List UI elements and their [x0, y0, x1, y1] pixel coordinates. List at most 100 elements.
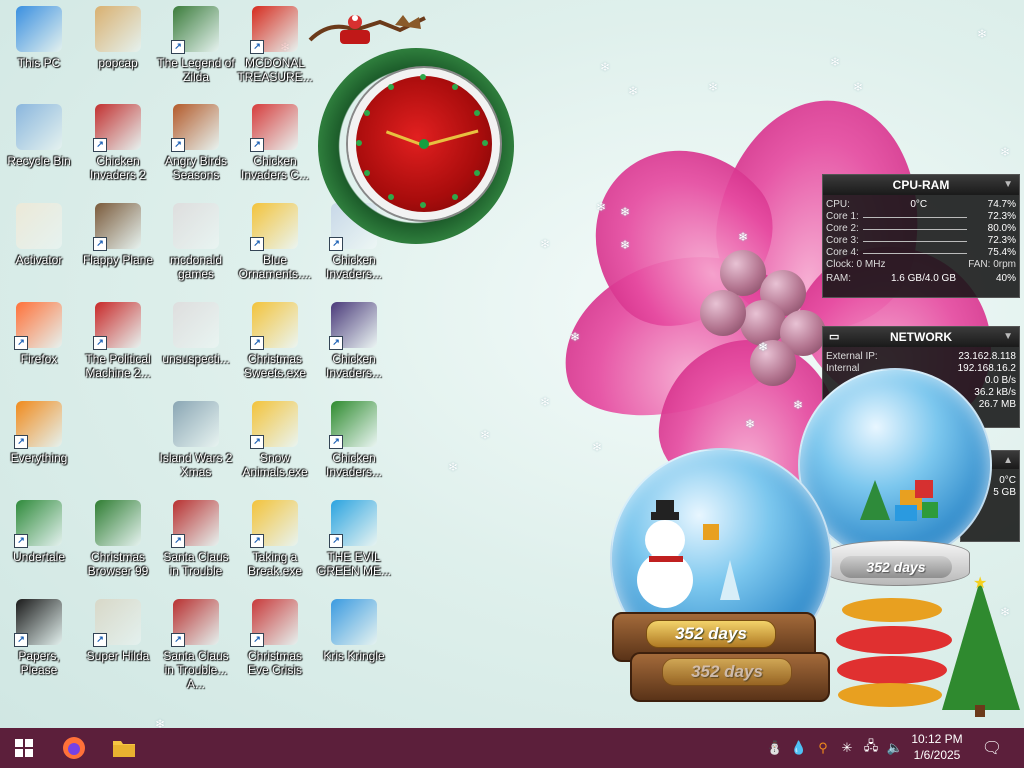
desktop-icon[interactable]: ↗ Taking a Break.exe [236, 500, 314, 578]
desktop-icon[interactable]: Kris Kringle [315, 599, 393, 663]
chicken-icon: ↗ [93, 104, 141, 152]
taskbar-time: 10:12 PM [911, 732, 963, 746]
christmas-tree-icon: ★ [836, 575, 1020, 717]
santa-icon: ↗ [171, 500, 219, 548]
cpu-fan: FAN: 0rpm [968, 259, 1016, 270]
chevron-down-icon[interactable]: ▼ [1003, 327, 1013, 347]
papers-please-icon: ↗ [14, 599, 62, 647]
desktop-icon[interactable]: ↗ Angry Birds Seasons [157, 104, 235, 182]
santa-icon: ↗ [171, 599, 219, 647]
plane-icon: ↗ [93, 203, 141, 251]
desktop: ❄ ❄ ❄ ❄ ❄ ❄ ❄ ❄ ❄ ❄ ❄ ❄ ❄ ❄ ❄ ❄ ❄ ❄ ❄ ❄ … [0, 0, 1024, 728]
shortcut-arrow-icon: ↗ [329, 534, 343, 548]
file-explorer-button[interactable] [100, 728, 148, 768]
mcdonalds-icon: ↗ [250, 6, 298, 54]
desktop-icon[interactable]: ↗ Papers, Please [0, 599, 78, 677]
notification-icon[interactable]: 🗨 [982, 738, 1002, 758]
desktop-icon[interactable]: ↗ THE EVIL GREEN ME... [315, 500, 393, 578]
desktop-icon-label: Chicken Invaders 2 [89, 154, 147, 182]
firefox-taskbar-button[interactable] [50, 728, 98, 768]
desktop-icon-label: Firefox [20, 352, 58, 366]
cpu-temp: 0°C [910, 199, 928, 210]
desktop-icon[interactable]: ↗ Chicken Invaders C... [236, 104, 314, 182]
shortcut-arrow-icon: ↗ [329, 435, 343, 449]
desktop-icon[interactable]: Christmas Browser 99 [79, 500, 157, 578]
desktop-icon[interactable]: ↗ The Legend of Zilda [157, 6, 235, 84]
cpu-core-row: Core 2: 80.0% [823, 223, 1019, 235]
snowflake-icon: ❄ [758, 340, 769, 354]
shortcut-arrow-icon: ↗ [250, 534, 264, 548]
desktop-icon-label: Undertale [12, 550, 66, 564]
chicken-christmas-icon: ↗ [329, 401, 377, 449]
clock-minute-hand [423, 129, 479, 147]
windows-logo-icon [15, 739, 33, 757]
cpu-core-row: Core 1: 72.3% [823, 211, 1019, 223]
desktop-icon[interactable]: Recycle Bin [0, 104, 78, 168]
desktop-icon[interactable]: ↗ Christmas Sweets.exe [236, 302, 314, 380]
shortcut-arrow-icon: ↗ [14, 336, 28, 350]
desktop-icon[interactable]: ↗ Super Hilda [79, 599, 157, 663]
desktop-icon[interactable]: mcdonald games [157, 203, 235, 281]
desktop-icon[interactable]: unsuspecti... [157, 302, 235, 366]
desktop-icon[interactable]: ↗ Firefox [0, 302, 78, 366]
desktop-icon-label: Chicken Invaders... [325, 451, 383, 479]
large-globe-days: 352 days [646, 620, 776, 648]
desktop-icon-label: Recycle Bin [7, 154, 71, 168]
tray-app-icon[interactable]: ⛄ [765, 738, 785, 758]
taskbar-date: 1/6/2025 [913, 748, 961, 762]
core-label: Core 2: [826, 223, 859, 234]
desktop-icon[interactable]: ↗ Everything [0, 401, 78, 465]
desktop-icon[interactable]: ↗ Christmas Eve Crisis [236, 599, 314, 677]
desktop-icon-label: Island Wars 2 Xmas [159, 451, 233, 479]
shortcut-arrow-icon: ↗ [329, 336, 343, 350]
monitor-icon: ▭ [829, 331, 840, 343]
folder-icon [113, 741, 135, 757]
christmas-tree-icon [95, 500, 141, 546]
drive-temp: 0°C [999, 475, 1016, 486]
snowflake-icon: ❄ [570, 330, 581, 344]
desktop-icon[interactable]: ↗ Chicken Invaders 2 [79, 104, 157, 182]
desktop-icon[interactable]: ↗ Chicken Invaders... [315, 401, 393, 479]
desktop-icon[interactable]: ↗ Santa Claus in Trouble [157, 500, 235, 578]
desktop-icon[interactable]: popcap [79, 6, 157, 70]
snowflake-icon: ❄ [793, 398, 804, 412]
taskbar-clock[interactable]: 10:12 PM 1/6/2025 [902, 731, 972, 763]
desktop-icon-label: Chicken Invaders... [325, 352, 383, 380]
tray-search-icon[interactable]: ⚲ [813, 738, 833, 758]
desktop-icon[interactable]: ↗ Chicken Invaders... [315, 302, 393, 380]
core-usage-bar [863, 229, 967, 230]
desktop-icon-label: Snow Animals.exe [242, 451, 308, 479]
snowflake-icon: ❄ [596, 200, 607, 214]
desktop-icon[interactable]: ↗ Snow Animals.exe [236, 401, 314, 479]
desktop-icon[interactable]: ↗ Blue Ornaments.... [236, 203, 314, 281]
snowflake-icon: ❄ [738, 230, 749, 244]
clock-gadget[interactable] [318, 48, 514, 244]
desktop-icon[interactable]: ↗ The Political Machine 2... [79, 302, 157, 380]
start-button[interactable] [0, 728, 48, 768]
desktop-icon-label: Flappy Plane [82, 253, 154, 267]
tray-snowflake-icon[interactable]: ✳ [837, 738, 857, 758]
chevron-up-icon[interactable]: ▲ [1003, 451, 1013, 471]
desktop-icon[interactable]: ↗ Santa Claus in Trouble... A... [157, 599, 235, 691]
cpu-usage: 74.7% [987, 199, 1016, 210]
network-icon[interactable]: 🖧 [861, 738, 881, 758]
desktop-icon[interactable]: Island Wars 2 Xmas [157, 401, 235, 479]
desktop-icon-label: Chicken Invaders... [325, 253, 383, 281]
desktop-icon-label: Santa Claus in Trouble [163, 550, 229, 578]
chevron-down-icon[interactable]: ▼ [1003, 175, 1013, 195]
desktop-icon[interactable]: ↗ Undertale [0, 500, 78, 564]
ornament-app-icon: ↗ [250, 302, 298, 350]
shortcut-arrow-icon: ↗ [250, 237, 264, 251]
snowflake-icon: ❄ [540, 395, 551, 409]
desktop-icon[interactable]: This PC [0, 6, 78, 70]
desktop-icon[interactable]: Activator [0, 203, 78, 267]
cpu-ram-gadget[interactable]: CPU-RAM ▼ CPU: 0°C 74.7% Core 1: 72.3% Core… [822, 174, 1020, 298]
snowflake-icon: ❄ [628, 84, 639, 98]
shortcut-arrow-icon: ↗ [171, 633, 185, 647]
snowflake-icon: ❄ [977, 27, 988, 41]
shortcut-arrow-icon: ↗ [14, 534, 28, 548]
tray-drop-icon[interactable]: 💧 [789, 738, 809, 758]
desktop-icon[interactable]: ↗ Flappy Plane [79, 203, 157, 267]
christmas-presents-icon [860, 480, 938, 521]
core-value: 72.3% [987, 211, 1016, 222]
